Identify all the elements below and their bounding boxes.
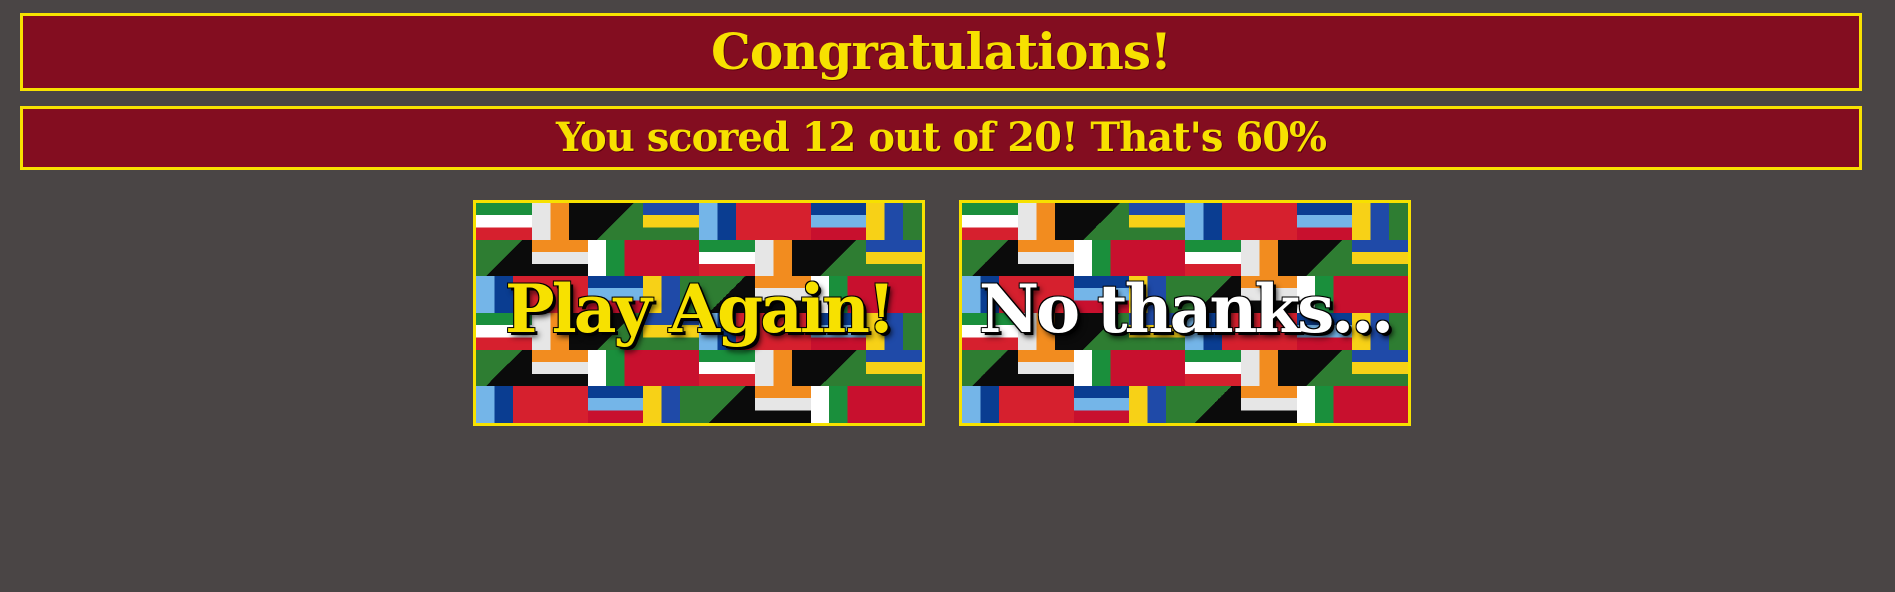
- play-again-button[interactable]: Play Again!: [473, 200, 925, 426]
- flag-tile: [587, 349, 644, 387]
- no-thanks-label: No thanks...: [978, 270, 1394, 348]
- flag-tile: [643, 349, 699, 387]
- flag-tile: [1296, 349, 1353, 387]
- flag-tile: [476, 203, 532, 240]
- flag-tile: [699, 386, 755, 423]
- flag-tile: [754, 203, 811, 240]
- flag-tile: [754, 349, 811, 387]
- score-text: You scored 12 out of 20! That's 60%: [555, 114, 1327, 161]
- flag-tile: [1240, 203, 1297, 240]
- flag-tile: [699, 203, 755, 240]
- flag-tile: [1185, 203, 1241, 240]
- flag-tile: [531, 386, 588, 423]
- flag-tile: [754, 386, 811, 423]
- flag-tile: [1073, 349, 1130, 387]
- score-banner: You scored 12 out of 20! That's 60%: [20, 106, 1862, 170]
- congratulations-title: Congratulations!: [711, 22, 1172, 81]
- flag-tile: [1185, 349, 1241, 387]
- flag-tile: [531, 203, 588, 240]
- congratulations-banner: Congratulations!: [20, 13, 1862, 91]
- flag-tile: [1129, 349, 1185, 387]
- flag-tile: [866, 349, 922, 387]
- no-thanks-button[interactable]: No thanks...: [959, 200, 1411, 426]
- flag-tile: [699, 349, 755, 387]
- flag-tile: [962, 203, 1018, 240]
- flag-tile: [531, 349, 588, 387]
- flag-tile: [810, 203, 867, 240]
- flag-tile: [1240, 349, 1297, 387]
- flag-tile: [1296, 386, 1353, 423]
- flag-tile: [1017, 349, 1074, 387]
- flag-tile: [810, 349, 867, 387]
- flag-tile: [587, 203, 644, 240]
- flag-tile: [1296, 203, 1353, 240]
- flag-tile: [810, 386, 867, 423]
- flag-tile: [1017, 386, 1074, 423]
- flag-tile: [962, 349, 1018, 387]
- flag-tile: [1352, 349, 1408, 387]
- flag-tile: [1073, 386, 1130, 423]
- flag-tile: [866, 203, 922, 240]
- flag-tile: [1240, 386, 1297, 423]
- flag-tile: [587, 386, 644, 423]
- flag-tile: [962, 386, 1018, 423]
- flag-tile: [476, 386, 532, 423]
- flag-tile: [1073, 203, 1130, 240]
- flag-tile: [1185, 386, 1241, 423]
- flag-tile: [866, 386, 922, 423]
- flag-tile: [476, 349, 532, 387]
- flag-tile: [1352, 386, 1408, 423]
- flag-tile: [1017, 203, 1074, 240]
- flag-tile: [1129, 203, 1185, 240]
- flag-tile: [1352, 203, 1408, 240]
- flag-tile: [643, 386, 699, 423]
- play-again-label: Play Again!: [505, 270, 896, 348]
- flag-tile: [643, 203, 699, 240]
- flag-tile: [1129, 386, 1185, 423]
